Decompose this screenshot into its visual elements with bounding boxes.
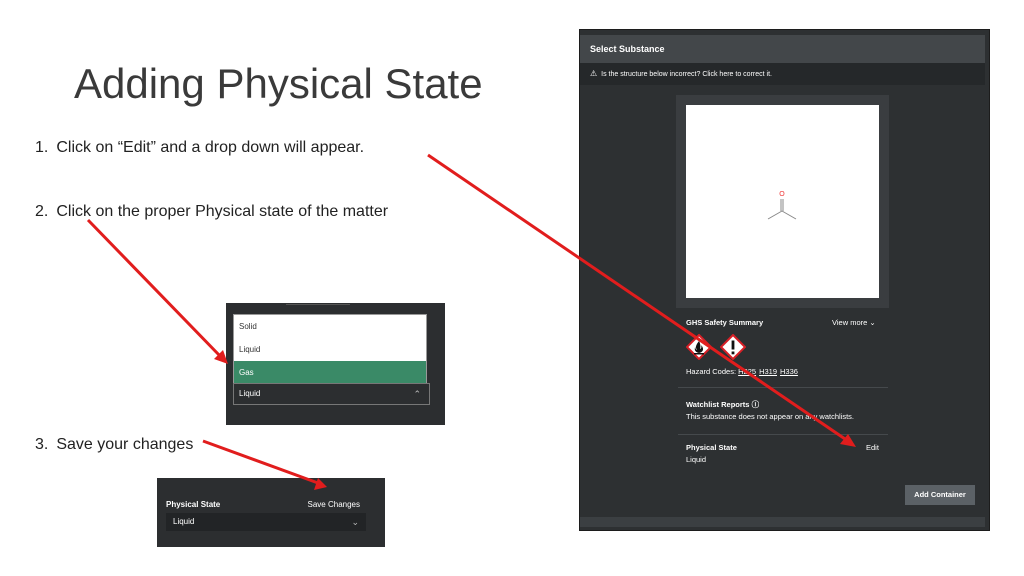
- structure-image: O: [686, 105, 879, 298]
- step-number: 1.: [35, 139, 49, 156]
- select-substance-dialog: Select Substance ⚠ Is the structure below…: [579, 29, 990, 531]
- watchlist-text: This substance does not appear on any wa…: [686, 412, 855, 421]
- structure-warning-link[interactable]: ⚠ Is the structure below incorrect? Click…: [580, 63, 985, 85]
- hazard-label: Hazard Codes:: [686, 367, 737, 376]
- flammable-icon: [686, 334, 712, 360]
- ghs-title: GHS Safety Summary: [686, 318, 764, 327]
- divider: [678, 387, 888, 388]
- arrow-to-save: [202, 439, 319, 485]
- divider: [678, 434, 888, 435]
- physical-state-label: Physical State: [166, 500, 221, 509]
- physical-state-options: Solid Liquid Gas: [233, 314, 427, 385]
- step-2: 2. Click on the proper Physical state of …: [35, 202, 388, 222]
- physical-state-select[interactable]: Liquid ⌃: [233, 383, 430, 405]
- arrow-to-options: [86, 218, 223, 359]
- step-number: 3.: [35, 436, 49, 453]
- chevron-down-icon: ⌄: [351, 517, 359, 527]
- save-changes-screenshot: Physical State Save Changes Liquid ⌄: [157, 478, 385, 547]
- view-more-link[interactable]: View more ⌄: [832, 318, 876, 327]
- warning-icon: ⚠: [590, 69, 598, 78]
- view-more-label: View more: [832, 318, 868, 327]
- dropdown-screenshot: Solid Liquid Gas Liquid ⌃: [226, 303, 445, 425]
- hazard-code-link[interactable]: H319: [759, 367, 777, 376]
- physical-state-select[interactable]: Liquid ⌄: [166, 513, 366, 531]
- option-gas[interactable]: Gas: [234, 361, 426, 384]
- acetone-structure: O: [767, 191, 797, 220]
- option-solid[interactable]: Solid: [234, 315, 426, 338]
- save-changes-button[interactable]: Save Changes: [308, 500, 360, 509]
- physical-state-title: Physical State: [686, 443, 737, 452]
- watchlist-title: Watchlist Reports ⓘ: [686, 399, 759, 410]
- edit-link[interactable]: Edit: [866, 443, 879, 452]
- select-value: Liquid: [239, 389, 261, 398]
- hazard-codes: Hazard Codes: H225 H319 H336: [686, 367, 801, 376]
- chevron-down-icon: ⌄: [869, 318, 876, 327]
- dialog-title: Select Substance: [580, 35, 985, 63]
- exclamation-icon: [720, 334, 746, 360]
- dialog-footer-bar: [580, 517, 985, 527]
- physical-state-value: Liquid: [686, 455, 707, 464]
- step-3: 3. Save your changes: [35, 435, 193, 455]
- step-text: Click on the proper Physical state of th…: [56, 203, 389, 220]
- slide-title: Adding Physical State: [74, 60, 483, 107]
- divider: [286, 304, 350, 305]
- hazard-code-link[interactable]: H225: [738, 367, 756, 376]
- select-value: Liquid: [173, 517, 195, 526]
- step-text: Save your changes: [56, 436, 194, 453]
- chevron-up-icon: ⌃: [413, 389, 421, 399]
- warning-text: Is the structure below incorrect? Click …: [601, 71, 772, 78]
- add-container-button[interactable]: Add Container: [905, 485, 975, 505]
- step-text: Click on “Edit” and a drop down will app…: [56, 139, 365, 156]
- info-icon: ⓘ: [751, 400, 760, 409]
- hazard-code-link[interactable]: H336: [780, 367, 798, 376]
- step-number: 2.: [35, 203, 49, 220]
- option-liquid[interactable]: Liquid: [234, 338, 426, 361]
- step-1: 1. Click on “Edit” and a drop down will a…: [35, 138, 364, 158]
- watchlist-title-text: Watchlist Reports: [686, 400, 750, 409]
- structure-frame: O: [676, 95, 889, 308]
- oxygen-label: O: [779, 191, 785, 198]
